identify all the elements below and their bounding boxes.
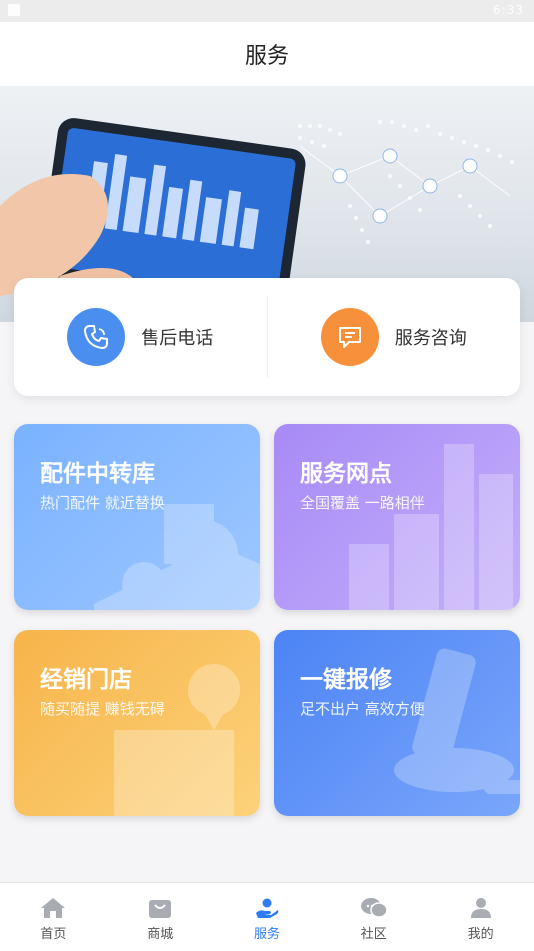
tab-label: 首页 — [40, 927, 67, 942]
page-title: 服务 — [244, 44, 289, 69]
user-icon — [470, 898, 491, 918]
buildings-illustration — [349, 444, 513, 610]
tile-title: 服务网点 — [300, 461, 392, 487]
tile-subtitle: 热门配件 就近替换 — [40, 494, 165, 512]
community-icon — [360, 898, 388, 918]
gears-illustration — [94, 504, 260, 610]
tab-label: 服务 — [253, 927, 280, 942]
status-bar: 6:33 — [0, 0, 534, 22]
tab-home[interactable]: 首页 — [0, 883, 107, 951]
tile-service-outlets[interactable]: 服务网点 全国覆盖 一路相伴 — [274, 424, 520, 610]
tab-mall[interactable]: 商城 — [107, 883, 214, 951]
tile-subtitle: 足不出户 高效方便 — [300, 700, 425, 718]
tab-mine[interactable]: 我的 — [427, 883, 534, 951]
tab-label: 商城 — [147, 927, 174, 942]
service-icon — [255, 898, 279, 918]
service-consult-label: 服务咨询 — [394, 328, 467, 349]
after-sales-phone-button[interactable]: 售后电话 — [14, 278, 267, 396]
tile-one-click-repair[interactable]: 一键报修 足不出户 高效方便 — [274, 630, 520, 816]
tile-subtitle: 随买随提 赚钱无碍 — [40, 700, 165, 718]
tab-label: 社区 — [360, 927, 387, 942]
bottom-tab-bar: 首页 商城 服务 社区 我的 — [0, 882, 534, 951]
service-consult-button[interactable]: 服务咨询 — [268, 278, 521, 396]
tab-label: 我的 — [467, 927, 494, 942]
chat-icon — [320, 308, 379, 366]
status-time: 6:33 — [493, 3, 524, 17]
tile-title: 经销门店 — [40, 667, 132, 693]
after-sales-phone-label: 售后电话 — [141, 328, 214, 349]
tile-parts-warehouse[interactable]: 配件中转库 热门配件 就近替换 — [14, 424, 260, 610]
home-icon — [41, 898, 66, 918]
bag-icon — [149, 900, 172, 918]
tile-dealer-stores[interactable]: 经销门店 随买随提 赚钱无碍 — [14, 630, 260, 816]
tile-subtitle: 全国覆盖 一路相伴 — [300, 494, 425, 512]
notification-icon — [8, 4, 20, 16]
shop-illustration — [114, 664, 240, 816]
repair-illustration — [394, 648, 520, 794]
contact-card: 售后电话 服务咨询 — [14, 278, 520, 396]
tab-community[interactable]: 社区 — [320, 883, 427, 951]
tile-title: 配件中转库 — [40, 461, 155, 487]
nav-bar: 服务 — [0, 22, 534, 86]
tile-title: 一键报修 — [300, 667, 392, 693]
phone-icon — [67, 308, 126, 366]
tab-service[interactable]: 服务 — [214, 883, 321, 951]
